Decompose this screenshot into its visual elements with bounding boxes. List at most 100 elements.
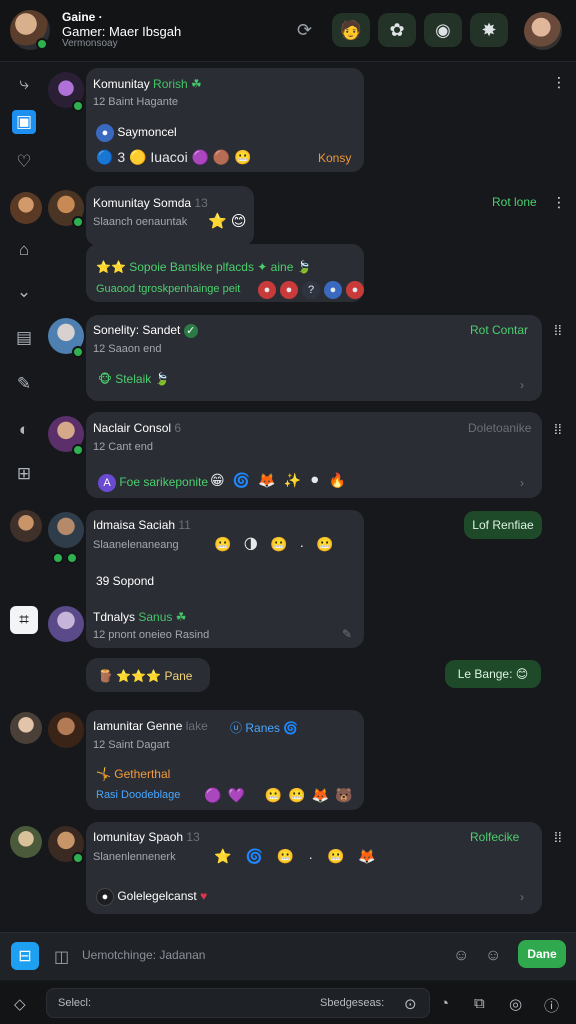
more-options-icon[interactable]: ⁞⁞	[554, 829, 562, 845]
chevron-right-icon[interactable]: ›	[520, 378, 524, 392]
refresh-icon[interactable]: ⟳	[297, 20, 312, 41]
sender-name: Iomunitay Spaoh 13	[93, 830, 200, 844]
reaction-row[interactable]: ● ● ? ● ●	[258, 281, 364, 299]
sender-name-text: Sonelity: Sandet	[93, 323, 181, 337]
reaction-emoji[interactable]: ✨	[283, 472, 300, 489]
message-line: Getherthal	[114, 767, 171, 781]
reaction-emoji[interactable]: ⚫	[309, 472, 321, 489]
more-options-icon[interactable]: ⁞⁞	[554, 322, 562, 338]
reaction-emoji[interactable]: 🔥	[329, 472, 346, 489]
person-button[interactable]: 🧑	[332, 13, 370, 47]
message-input[interactable]: Uemotchinge: Jadanan	[82, 948, 205, 962]
reaction-row[interactable]: ⭐ 🌀 😬 · 😬 🦊	[214, 848, 376, 865]
avatar[interactable]	[10, 192, 42, 224]
reaction-emoji[interactable]: ●	[258, 281, 276, 299]
reaction-emoji[interactable]: 🦊	[358, 848, 375, 865]
reaction-emoji[interactable]: 😬	[270, 536, 287, 553]
sticker-icon[interactable]: ☺	[485, 947, 501, 965]
settings-icon[interactable]: ◇	[14, 995, 26, 1013]
message-line: ⭐⭐⭐ Pane	[116, 669, 193, 683]
reaction-emoji[interactable]: 😬	[288, 787, 305, 804]
reaction-emoji[interactable]: 🌗	[243, 536, 258, 553]
reaction-emoji[interactable]: ·	[299, 537, 304, 553]
edit-icon[interactable]: ✎	[342, 627, 352, 641]
reaction-emoji[interactable]: 😁	[210, 472, 225, 489]
reaction-emoji[interactable]: 😬	[265, 787, 282, 804]
reaction-emoji[interactable]: ●	[280, 281, 298, 299]
sender-name-text: Komunitay Somda	[93, 196, 192, 210]
avatar[interactable]	[10, 510, 42, 542]
avatar[interactable]	[48, 512, 84, 548]
reaction-emoji[interactable]: 🌀	[245, 848, 262, 865]
reaction-label: Konsy	[318, 151, 352, 165]
reaction-emoji[interactable]: ●	[346, 281, 364, 299]
sender-count: 11	[178, 518, 191, 532]
reaction-emoji[interactable]: 😬	[316, 536, 333, 553]
reaction-emoji[interactable]: 😬	[277, 848, 294, 865]
reaction-emoji[interactable]: 🌀	[233, 472, 250, 489]
more-options-icon[interactable]: ⋮	[552, 74, 566, 91]
profile-avatar[interactable]	[524, 12, 562, 50]
emoji-icon[interactable]: ☺	[453, 947, 469, 965]
reaction-row[interactable]: 🔵 3 🟡 Iuacoi 🟣 🟤 😬	[96, 149, 252, 166]
hamster-icon: ◉	[435, 19, 451, 40]
channel-tag[interactable]: ⓤ Ranes 🌀	[230, 719, 298, 736]
avatar[interactable]	[10, 712, 42, 744]
message-text: Rasi Doodeblage	[96, 789, 181, 801]
brain-icon: ✿	[389, 19, 405, 40]
list-icon[interactable]: ▤	[12, 326, 36, 350]
grid-icon[interactable]: ⊞	[12, 462, 36, 486]
target-icon[interactable]: ◎	[509, 995, 522, 1013]
reaction-emoji[interactable]: 🦊	[312, 787, 329, 804]
attach-button[interactable]: ⊟	[11, 942, 39, 970]
sender-name: Idmaisa Saciah 11	[93, 518, 191, 532]
toggle-icon[interactable]: ◐	[12, 418, 36, 442]
reaction-row[interactable]: 🟣 💜 😬 😬 🦊 🐻	[204, 787, 353, 804]
heart-icon[interactable]: ♡	[12, 150, 36, 174]
sender-tag: Rorish ☘	[153, 77, 202, 91]
reaction-emoji[interactable]: ⭐	[214, 848, 231, 865]
clip-icon[interactable]: ◫	[54, 947, 69, 967]
clock-icon[interactable]: ⊙	[404, 995, 417, 1013]
reaction-emoji[interactable]: ·	[308, 849, 313, 865]
wrench-icon[interactable]: ✎	[12, 372, 36, 396]
chat-meta: Vermonsoay	[62, 38, 118, 49]
reaction-emoji[interactable]: 🦊	[258, 472, 275, 489]
reaction-emoji[interactable]: ?	[302, 281, 320, 299]
sender-name: Naclair Consol 6	[93, 421, 181, 435]
reaction-emoji[interactable]: ●	[324, 281, 342, 299]
status-pill[interactable]: Le Bange: 😊	[445, 660, 541, 688]
app-shortcut-icon[interactable]: ⌗	[10, 606, 38, 634]
more-options-icon[interactable]: ⁞⁞	[554, 421, 562, 437]
message-time: Slaanelenaneang	[93, 539, 179, 551]
chevron-down-icon[interactable]: ⌄	[12, 280, 36, 304]
avatar[interactable]	[10, 826, 42, 858]
reaction-emoji[interactable]: 💜	[227, 787, 244, 804]
reaction-emoji[interactable]: 🐻	[335, 787, 352, 804]
folder-icon[interactable]: ⌂	[12, 238, 36, 262]
status-label: Rot Contar	[470, 323, 529, 337]
share-icon[interactable]: ◔	[440, 995, 449, 1012]
avatar[interactable]	[48, 606, 84, 642]
info-icon[interactable]: ⓘ	[544, 995, 559, 1016]
active-app-icon[interactable]: ▣	[12, 110, 36, 134]
avatar[interactable]	[48, 712, 84, 748]
brain-button[interactable]: ✿	[378, 13, 416, 47]
status-pill[interactable]: Lof Renfiae	[464, 511, 542, 539]
reaction-emojis[interactable]: 🔵 3 🟡 Iuacoi 🟣 🟤 😬	[96, 149, 252, 166]
more-options-icon[interactable]: ⋮	[552, 194, 566, 211]
chevron-right-icon[interactable]: ›	[520, 476, 524, 490]
external-link-icon[interactable]: ⧉	[474, 995, 485, 1012]
puzzle-button[interactable]: ✸	[470, 13, 508, 47]
send-button[interactable]: Dane	[518, 940, 566, 968]
reaction-emoji[interactable]: 🟣	[204, 787, 221, 804]
chevron-right-icon[interactable]: ›	[520, 890, 524, 904]
reaction-row[interactable]: 😬 🌗 😬 · 😬	[214, 536, 334, 553]
reaction-emoji[interactable]: 😬	[327, 848, 344, 865]
online-status-icon	[66, 552, 78, 564]
link-icon[interactable]: ⤷	[12, 72, 36, 96]
reaction-row[interactable]: 😁 🌀 🦊 ✨ ⚫ 🔥	[210, 472, 346, 489]
online-status-icon	[52, 552, 64, 564]
hamster-button[interactable]: ◉	[424, 13, 462, 47]
reaction-emoji[interactable]: 😬	[214, 536, 231, 553]
